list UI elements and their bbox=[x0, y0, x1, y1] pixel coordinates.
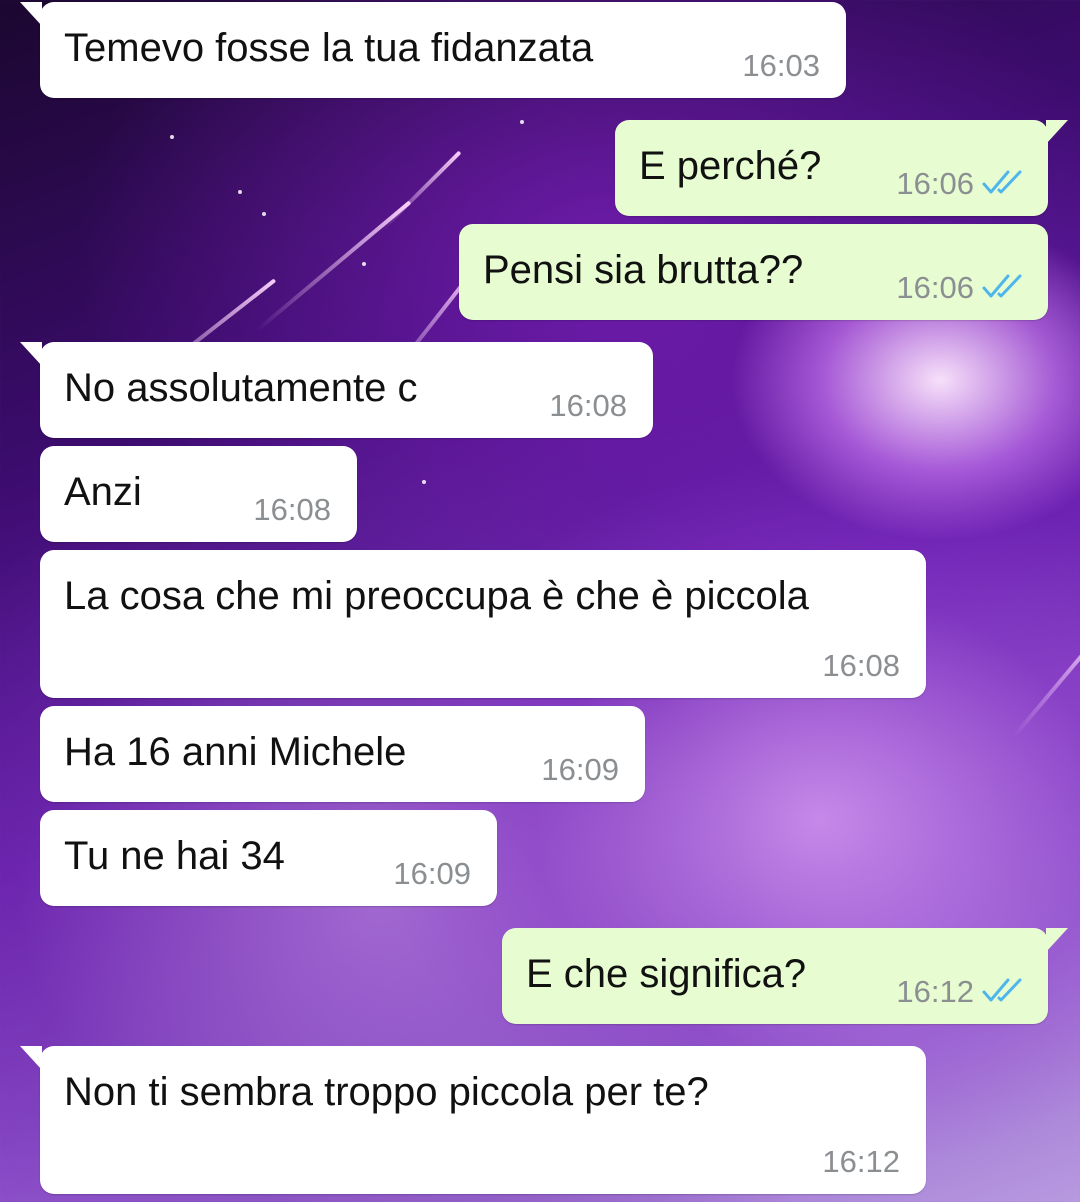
message-time: 16:08 bbox=[549, 388, 627, 423]
message-text: E perché? bbox=[639, 144, 822, 188]
wallpaper-meteor bbox=[1012, 620, 1080, 739]
read-double-check-icon bbox=[982, 978, 1022, 1002]
message-time: 16:12 bbox=[822, 1144, 900, 1179]
message-time: 16:08 bbox=[253, 492, 331, 527]
message-time: 16:12 bbox=[896, 974, 974, 1009]
bubble-tail bbox=[20, 1046, 42, 1070]
message-text: La cosa che mi preoccupa è che è piccola bbox=[64, 574, 809, 618]
message-bubble-incoming[interactable]: Temevo fosse la tua fidanzata 16:03 bbox=[20, 2, 846, 98]
message-time: 16:03 bbox=[742, 48, 820, 83]
wallpaper-star bbox=[422, 480, 426, 484]
message-time: 16:06 bbox=[896, 270, 974, 305]
bubble-tail bbox=[20, 342, 42, 366]
wallpaper-star bbox=[238, 190, 242, 194]
message-text: Tu ne hai 34 bbox=[64, 834, 285, 878]
wallpaper-star bbox=[362, 262, 366, 266]
message-text: Anzi bbox=[64, 470, 142, 514]
message-bubble-incoming[interactable]: Anzi 16:08 bbox=[40, 446, 357, 542]
bubble-tail bbox=[20, 2, 42, 26]
wallpaper-meteor bbox=[380, 150, 462, 232]
message-time: 16:09 bbox=[393, 856, 471, 891]
message-bubble-incoming[interactable]: Non ti sembra troppo piccola per te? 16:… bbox=[20, 1046, 926, 1194]
wallpaper-star bbox=[262, 212, 266, 216]
message-time: 16:08 bbox=[822, 648, 900, 683]
message-text: Non ti sembra troppo piccola per te? bbox=[64, 1070, 709, 1114]
message-bubble-incoming[interactable]: Tu ne hai 34 16:09 bbox=[40, 810, 497, 906]
message-text: E che significa? bbox=[526, 952, 807, 996]
message-bubble-outgoing[interactable]: Pensi sia brutta?? 16:06 bbox=[459, 224, 1048, 320]
message-bubble-outgoing[interactable]: E perché? 16:06 bbox=[615, 120, 1068, 216]
message-time: 16:06 bbox=[896, 166, 974, 201]
message-time: 16:09 bbox=[541, 752, 619, 787]
message-text: Ha 16 anni Michele bbox=[64, 730, 407, 774]
read-double-check-icon bbox=[982, 170, 1022, 194]
wallpaper-star bbox=[170, 135, 174, 139]
bubble-tail bbox=[1046, 928, 1068, 952]
message-bubble-incoming[interactable]: No assolutamente c 16:08 bbox=[20, 342, 653, 438]
message-bubble-incoming[interactable]: Ha 16 anni Michele 16:09 bbox=[40, 706, 645, 802]
message-text: No assolutamente c bbox=[64, 366, 418, 410]
read-double-check-icon bbox=[982, 274, 1022, 298]
message-bubble-incoming[interactable]: La cosa che mi preoccupa è che è piccola… bbox=[40, 550, 926, 698]
message-text: Pensi sia brutta?? bbox=[483, 248, 804, 292]
wallpaper-star bbox=[520, 120, 524, 124]
message-text: Temevo fosse la tua fidanzata bbox=[64, 26, 594, 70]
message-bubble-outgoing[interactable]: E che significa? 16:12 bbox=[502, 928, 1068, 1024]
bubble-tail bbox=[1046, 120, 1068, 144]
